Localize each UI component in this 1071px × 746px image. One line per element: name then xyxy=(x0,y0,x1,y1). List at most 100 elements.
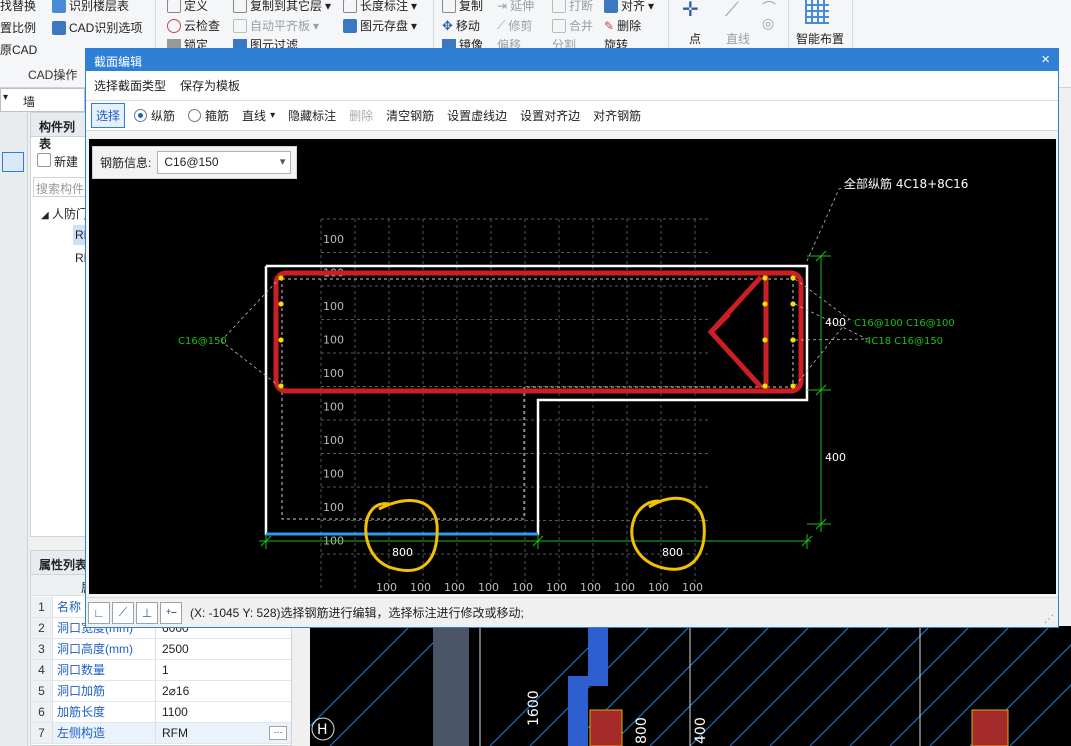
ribbon-length-dim[interactable]: 长度标注 ▾ xyxy=(343,0,417,14)
ribbon-delete[interactable]: ✎ 删除 xyxy=(604,17,641,34)
select-tool-button[interactable]: 选择 xyxy=(91,103,126,128)
right-top-rebar-label[interactable]: C16@100 C16@100 xyxy=(854,318,955,329)
component-view-icon[interactable] xyxy=(2,152,24,172)
chevron-down-icon: ▾ xyxy=(313,18,320,33)
section-canvas[interactable]: 100 100 100 100 100 100 100 100 100 100 100 100 100 1… xyxy=(89,139,1056,594)
ribbon-label: 自动平齐板 xyxy=(250,19,311,33)
dim-800-right[interactable]: 800 xyxy=(662,546,683,559)
ribbon-label: 定义 xyxy=(184,0,209,13)
all-longitudinal-label[interactable]: 全部纵筋 4C18+8C16 xyxy=(844,176,968,191)
clear-rebar-button[interactable]: 清空钢筋 xyxy=(382,104,438,127)
floor-type-combo[interactable]: ▾ 墙 xyxy=(0,88,85,112)
perpendicular-snap-icon[interactable]: ⊥ xyxy=(136,601,158,624)
ribbon-move[interactable]: ✥ 移动 xyxy=(442,17,480,34)
cad-drawing-area[interactable]: H 1600 800 400 xyxy=(310,626,1071,746)
hide-annotation-button[interactable]: 隐藏标注 xyxy=(284,104,340,127)
ribbon-copy[interactable]: 复制 xyxy=(442,0,483,14)
line-dropdown-button[interactable]: 直线 ▾ xyxy=(238,104,279,127)
property-row[interactable]: 7 左侧构造 RFM ··· xyxy=(31,723,291,744)
smart-layout-label: 智能布置 xyxy=(796,32,845,46)
right-mid-rebar-label[interactable]: 4C18 C16@150 xyxy=(865,336,943,347)
grid-label-7: 100 xyxy=(323,468,344,481)
smart-layout-icon[interactable] xyxy=(805,0,829,24)
property-index: 6 xyxy=(31,702,53,722)
draw-line-icon[interactable]: ⟋ xyxy=(725,0,739,20)
ribbon-label: 删除 xyxy=(617,19,642,33)
more-options-button[interactable]: ··· xyxy=(269,726,287,740)
tree-root-item[interactable]: ◢ 人防门 xyxy=(41,205,88,222)
align-rebar-button[interactable]: 对齐钢筋 xyxy=(589,104,645,127)
rebar-points xyxy=(278,275,796,389)
new-component-button[interactable]: 新建 xyxy=(37,153,78,170)
ribbon-label: 置比例 xyxy=(0,21,37,35)
longitudinal-radio[interactable]: 纵筋 xyxy=(130,104,179,127)
ribbon-auto-align-slab[interactable]: 自动平齐板 ▾ xyxy=(233,17,319,34)
radio-label: 纵筋 xyxy=(151,109,176,123)
rebar-info-select[interactable]: C16@150 xyxy=(157,151,292,174)
select-section-type-menu[interactable]: 选择截面类型 xyxy=(94,77,166,94)
ribbon-define[interactable]: 定义 xyxy=(167,0,208,14)
ribbon-copy-to-floor[interactable]: 复制到其它层 ▾ xyxy=(233,0,331,14)
radio-icon xyxy=(188,109,202,122)
close-icon[interactable]: × xyxy=(1041,51,1050,68)
ribbon-find-replace[interactable]: 找替换 xyxy=(0,0,36,14)
chevron-down-icon: ▾ xyxy=(411,0,418,13)
ribbon-cad-options[interactable]: CAD识别选项 xyxy=(52,19,142,36)
property-row[interactable]: 4 洞口数量 1 xyxy=(31,660,291,681)
stirrup-radio[interactable]: 箍筋 xyxy=(184,104,233,127)
move-icon: ✥ xyxy=(442,17,453,33)
property-row[interactable]: 3 洞口高度(mm) 2500 xyxy=(31,639,291,660)
diagonal-snap-icon[interactable]: ⟋ xyxy=(112,601,134,624)
ribbon-label: 复制到其它层 xyxy=(250,0,323,13)
dimension-icon xyxy=(343,0,357,13)
component-list-title: 构件列表 xyxy=(31,113,87,151)
ribbon-cloud-check[interactable]: 云检查 xyxy=(167,17,220,34)
hook-rebar-short[interactable] xyxy=(709,312,731,334)
ribbon-save-element[interactable]: 图元存盘 ▾ xyxy=(343,17,417,34)
ribbon-label: 云检查 xyxy=(184,19,221,33)
orthogonal-snap-icon[interactable]: ∟ xyxy=(88,601,110,624)
hook-rebar[interactable] xyxy=(707,275,763,389)
ribbon-set-scale[interactable]: 置比例 xyxy=(0,19,36,36)
property-value[interactable]: RFM xyxy=(156,726,188,740)
dim-400-bottom[interactable]: 400 xyxy=(825,451,846,464)
ribbon-restore-cad[interactable]: 原CAD xyxy=(0,41,37,58)
ribbon-extend[interactable]: ⇥ 延伸 xyxy=(497,0,534,14)
property-index: 5 xyxy=(31,681,53,701)
component-search-input[interactable]: 搜索构件... xyxy=(33,177,87,197)
set-dashed-edge-button[interactable]: 设置虚线边 xyxy=(443,104,511,127)
save-as-template-menu[interactable]: 保存为模板 xyxy=(180,77,240,94)
ribbon-trim[interactable]: ⟋ 修剪 xyxy=(497,17,532,34)
property-value[interactable]: 2⌀16 xyxy=(156,684,189,698)
property-value[interactable]: 1 xyxy=(156,663,169,677)
dim-400-top[interactable]: 400 xyxy=(825,316,846,329)
add-point-icon[interactable]: +⎯ xyxy=(160,601,182,624)
set-align-edge-button[interactable]: 设置对齐边 xyxy=(516,104,584,127)
grid-label-18: 100 xyxy=(648,581,669,594)
section-drawing-svg: 100 100 100 100 100 100 100 100 100 100 100 100 100 1… xyxy=(178,176,968,594)
resize-grip-icon[interactable]: ⋰ xyxy=(1044,614,1054,625)
dialog-titlebar[interactable]: 截面编辑 × xyxy=(86,49,1058,71)
grid-label-12: 100 xyxy=(444,581,465,594)
ribbon-break[interactable]: 打断 xyxy=(552,0,593,14)
property-value[interactable]: 1100 xyxy=(156,705,188,719)
property-index: 2 xyxy=(31,618,53,638)
break-icon xyxy=(552,0,566,13)
rebar-info-label: 钢筋信息: xyxy=(100,156,152,170)
property-value[interactable]: 2500 xyxy=(156,642,189,656)
draw-circle-icon[interactable]: ◎ xyxy=(762,15,774,32)
ribbon-identify-floor-table[interactable]: 识别楼层表 xyxy=(52,0,129,14)
dim-800-left[interactable]: 800 xyxy=(392,546,413,559)
ribbon-merge[interactable]: 合并 xyxy=(552,17,593,34)
cad-dim-1600: 1600 xyxy=(526,690,542,726)
draw-point-icon[interactable]: ✛ xyxy=(682,0,699,20)
ribbon-align[interactable]: 对齐 ▾ xyxy=(604,0,654,14)
chevron-down-icon: ▾ xyxy=(648,0,655,13)
left-rebar-label[interactable]: C16@150 xyxy=(178,336,227,347)
dialog-status-bar: ∟ ⟋ ⊥ +⎯ (X: -1045 Y: 528)选择钢筋进行编辑，选择标注进… xyxy=(86,597,1058,627)
stirrup-rebar[interactable] xyxy=(273,270,804,394)
property-row[interactable]: 6 加筋长度 1100 xyxy=(31,702,291,723)
property-row[interactable]: 5 洞口加筋 2⌀16 xyxy=(31,681,291,702)
cad-background-svg: H 1600 800 400 xyxy=(310,626,1071,746)
delete-button[interactable]: 删除 xyxy=(345,104,377,127)
